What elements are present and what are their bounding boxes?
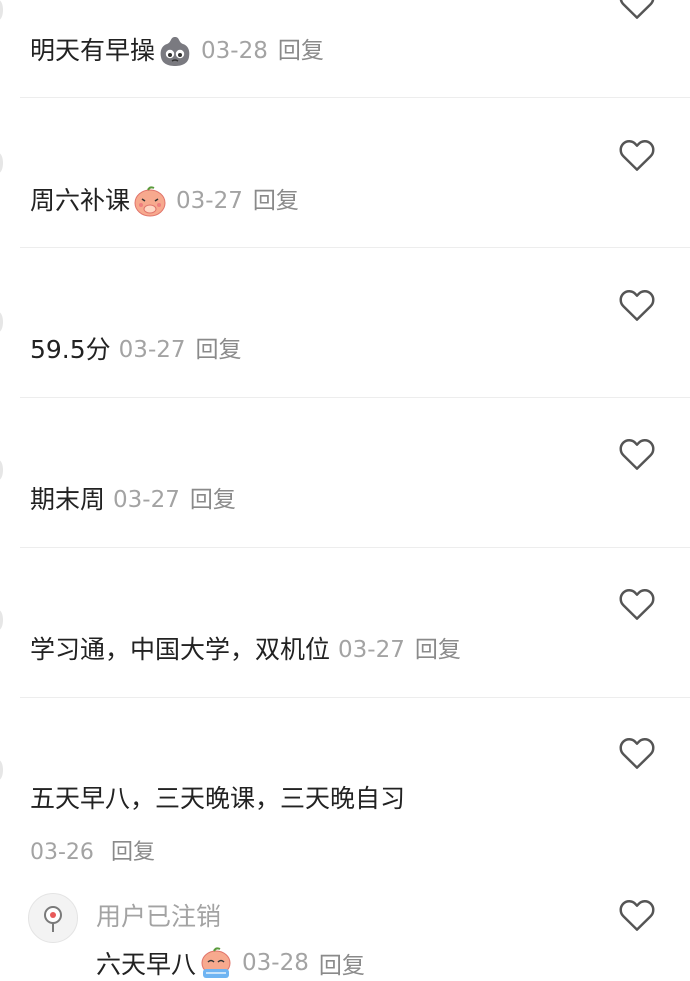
pin-icon xyxy=(44,906,62,932)
peach-covering-mouth-emoji-icon xyxy=(134,186,166,217)
reply-button[interactable]: 回复 xyxy=(278,35,324,67)
reply-button[interactable]: 回复 xyxy=(415,634,461,666)
divider xyxy=(20,697,690,698)
divider xyxy=(20,547,690,548)
comment-text: 学习通，中国大学，双机位 xyxy=(30,635,331,664)
reply-button[interactable]: 回复 xyxy=(319,946,365,980)
heart-outline-icon[interactable] xyxy=(618,736,656,770)
deleted-user-avatar-icon[interactable] xyxy=(28,893,78,943)
heart-outline-icon[interactable] xyxy=(618,0,656,20)
comment-meta-line: 03-26 回复 xyxy=(30,834,155,866)
reply-button[interactable]: 回复 xyxy=(253,185,299,217)
divider xyxy=(20,397,690,398)
comment-date: 03-27 xyxy=(338,637,405,663)
comment-date: 03-27 xyxy=(176,188,243,214)
comment-line: 59.5分 03-27 回复 xyxy=(30,334,242,366)
comment-text: 明天有早操 xyxy=(30,36,156,65)
avatar-edge xyxy=(0,610,3,630)
comment-date: 03-28 xyxy=(201,38,268,64)
gray-blob-emoji-icon xyxy=(160,37,190,66)
peach-crying-emoji-icon xyxy=(201,947,231,978)
comment-text: 周六补课 xyxy=(30,186,131,215)
comment-line: 明天有早操 03-28 回复 xyxy=(30,34,324,68)
avatar-edge xyxy=(0,460,3,480)
heart-outline-icon[interactable] xyxy=(618,138,656,172)
sub-reply-text: 六天早八 xyxy=(96,950,197,979)
comment-text: 五天早八，三天晚课，三天晚自习 xyxy=(30,784,406,813)
comment-line: 周六补课 03-27 回复 xyxy=(30,184,299,218)
avatar-edge xyxy=(0,312,3,332)
comment-line: 五天早八，三天晚课，三天晚自习 xyxy=(30,783,405,815)
reply-button[interactable]: 回复 xyxy=(196,334,242,366)
comment-line: 学习通，中国大学，双机位 03-27 回复 xyxy=(30,634,461,666)
heart-outline-icon[interactable] xyxy=(618,288,656,322)
avatar-edge xyxy=(0,760,3,780)
comment-text: 59.5分 xyxy=(30,335,111,364)
heart-outline-icon[interactable] xyxy=(618,898,656,932)
comment-line: 期末周 03-27 回复 xyxy=(30,484,236,516)
sub-reply-username[interactable]: 用户已注销 xyxy=(96,897,221,933)
comment-date: 03-26 xyxy=(30,840,94,865)
heart-outline-icon[interactable] xyxy=(618,437,656,471)
comment-text: 期末周 xyxy=(30,485,106,514)
heart-outline-icon[interactable] xyxy=(618,587,656,621)
comment-date: 03-27 xyxy=(113,487,180,513)
sub-reply-date: 03-28 xyxy=(242,950,309,976)
divider xyxy=(20,97,690,98)
avatar-edge xyxy=(0,153,3,173)
reply-button[interactable]: 回复 xyxy=(111,840,155,865)
avatar-edge xyxy=(0,0,3,20)
comment-date: 03-27 xyxy=(118,337,186,363)
divider xyxy=(20,247,690,248)
sub-reply-line: 六天早八 03-28 回复 xyxy=(96,945,365,981)
reply-button[interactable]: 回复 xyxy=(190,484,236,516)
